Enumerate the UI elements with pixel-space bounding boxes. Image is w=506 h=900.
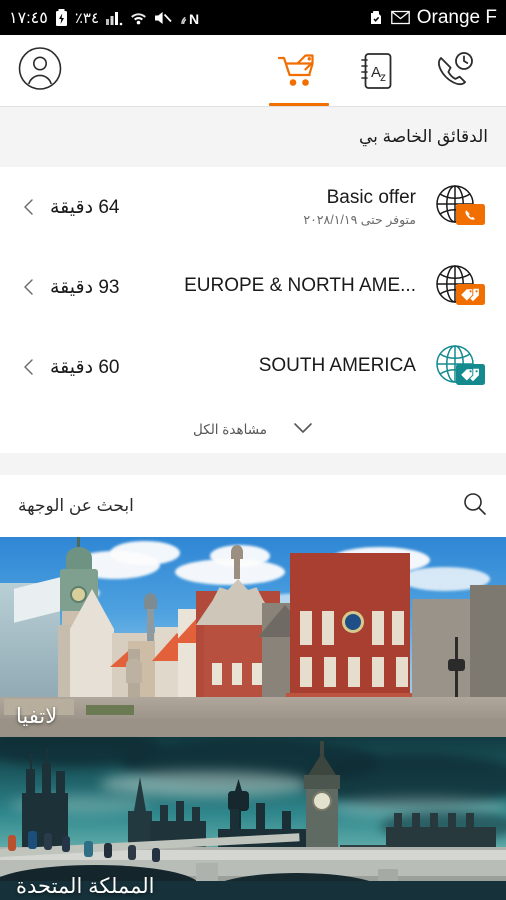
chevron-down-icon — [293, 421, 313, 439]
offer-amount: 93 دقيقة — [50, 276, 120, 298]
az-address-book-icon: A z — [361, 52, 392, 89]
offer-name: SOUTH AMERICA — [258, 354, 416, 376]
wifi-icon — [130, 10, 147, 26]
list-item[interactable]: Basic offer متوفر حتى ٢٠٢٨/١/١٩ 64 دقيقة — [0, 167, 506, 247]
status-time: ١٧:٤٥ — [9, 9, 48, 27]
destination-caption: لاتفيا — [16, 705, 58, 728]
globe-tags-icon — [428, 342, 490, 392]
tab-shop[interactable] — [260, 35, 338, 106]
section-gap — [0, 453, 506, 475]
offer-availability: متوفر حتى ٢٠٢٨/١/١٩ — [303, 213, 416, 227]
phone-history-icon — [438, 51, 473, 85]
mute-icon — [154, 10, 173, 26]
svg-text:z: z — [380, 70, 386, 84]
mail-icon — [390, 10, 410, 25]
status-bar: ١٧:٤٥ ٪٣٤ N Orange F — [0, 0, 506, 35]
user-avatar-icon — [18, 46, 62, 90]
see-all-button[interactable]: مشاهدة الكل — [0, 407, 506, 453]
riga-old-town-photo — [0, 537, 506, 737]
list-item[interactable]: SOUTH AMERICA 60 دقيقة — [0, 327, 506, 407]
offers-card: Basic offer متوفر حتى ٢٠٢٨/١/١٩ 64 دقيقة — [0, 167, 506, 453]
chevron-left-icon[interactable] — [18, 278, 40, 296]
top-tabs: A z — [260, 35, 494, 106]
carrier-name: Orange F — [416, 6, 497, 28]
sd-card-icon — [368, 10, 384, 26]
search-input[interactable]: ابحث عن الوجهة — [18, 496, 134, 516]
search-icon[interactable] — [462, 491, 488, 522]
destination-caption: المملكة المتحدة — [16, 875, 155, 898]
globe-tags-icon — [428, 262, 490, 312]
globe-phone-icon — [428, 182, 490, 232]
destination-card-latvia[interactable]: لاتفيا — [0, 537, 506, 737]
destination-card-uk[interactable]: المملكة المتحدة — [0, 737, 506, 900]
tab-directory[interactable]: A z — [338, 35, 416, 106]
signal-bars-icon — [106, 10, 123, 26]
battery-charging-icon — [55, 9, 68, 26]
tab-call-history[interactable] — [416, 35, 494, 106]
offer-amount: 60 دقيقة — [50, 356, 120, 378]
shopping-cart-tag-icon — [277, 53, 314, 86]
battery-percent: ٪٣٤ — [74, 9, 100, 27]
offer-name: Basic offer — [326, 187, 416, 208]
search-destination-row[interactable]: ابحث عن الوجهة — [0, 475, 506, 537]
page-title: الدقائق الخاصة بي — [359, 127, 488, 146]
app-top-bar: A z — [0, 35, 506, 106]
chevron-left-icon[interactable] — [18, 358, 40, 376]
svg-text:N: N — [189, 11, 199, 26]
minutes-section-header: الدقائق الخاصة بي — [0, 107, 506, 167]
active-tab-indicator — [269, 103, 329, 106]
nfc-icon: N — [180, 10, 200, 26]
list-item[interactable]: EUROPE & NORTH AME... 93 دقيقة — [0, 247, 506, 327]
offer-amount: 64 دقيقة — [50, 196, 120, 218]
see-all-label: مشاهدة الكل — [193, 422, 267, 437]
offer-name: EUROPE & NORTH AME... — [184, 274, 416, 296]
chevron-left-icon[interactable] — [18, 198, 40, 216]
avatar[interactable] — [18, 46, 62, 95]
